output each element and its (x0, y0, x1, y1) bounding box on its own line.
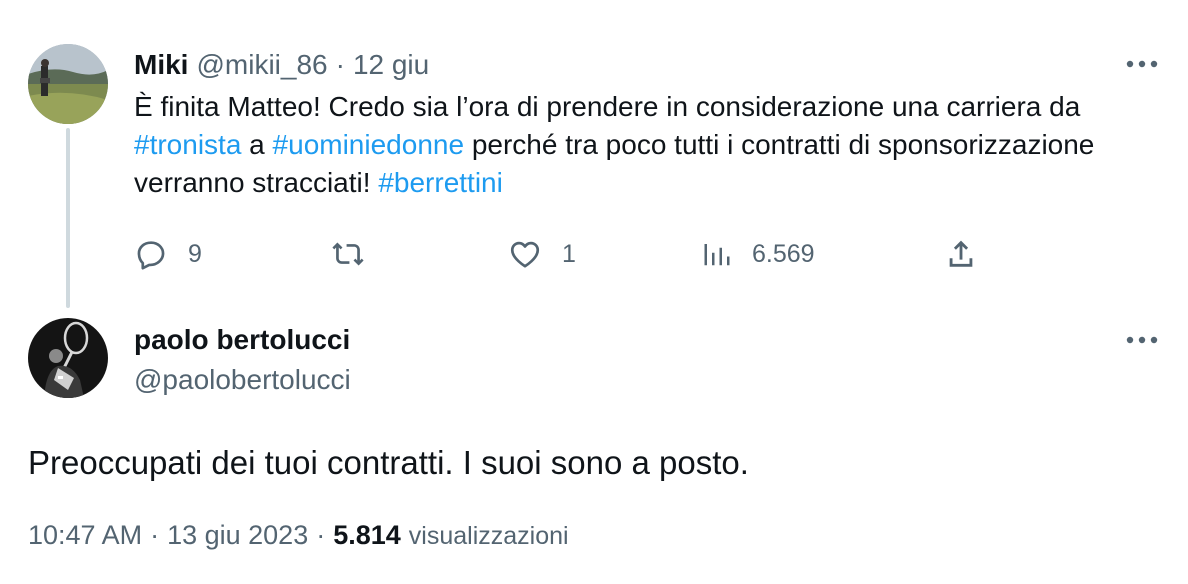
like-button[interactable]: 1 (508, 232, 576, 276)
share-button[interactable] (944, 232, 978, 276)
thread-connector-line (66, 128, 70, 308)
tweet-text: Preoccupati dei tuoi contratti. I suoi s… (28, 444, 749, 481)
separator-dot: · (150, 520, 160, 550)
retweet-button[interactable] (330, 232, 386, 276)
hashtag-link[interactable]: #tronista (134, 129, 241, 160)
reply-bubble-icon (137, 241, 165, 270)
retweet-arrows-icon (332, 242, 364, 266)
heart-outline-icon (510, 241, 540, 268)
like-count: 1 (562, 239, 576, 268)
more-dots-icon (1126, 336, 1158, 344)
view-count: 5.814 (333, 520, 401, 550)
bar-chart-icon (704, 244, 730, 266)
tweet-text: È finita Matteo! Credo sia l’ora di pren… (134, 88, 1134, 202)
tweet-header: Miki @mikii_86 · 12 giu (134, 46, 1134, 84)
tweet-text-segment: È finita Matteo! Credo sia l’ora di pren… (134, 91, 1081, 122)
reply-button[interactable]: 9 (134, 232, 202, 276)
separator-dot: · (316, 520, 326, 550)
views-button[interactable]: 6.569 (702, 232, 815, 276)
more-options-button[interactable] (1122, 328, 1162, 352)
tweet-date[interactable]: 13 giu 2023 (167, 516, 308, 554)
view-count: 6.569 (752, 239, 815, 268)
author-name[interactable]: Miki (134, 46, 188, 84)
avatar-paolo-image (28, 318, 108, 398)
tweet-text-segment: a (241, 129, 273, 160)
tweet-thread: Miki @mikii_86 · 12 giu È finita Matteo!… (0, 0, 1188, 584)
tweet-time[interactable]: 10:47 AM (28, 516, 142, 554)
avatar-miki[interactable] (28, 44, 108, 124)
avatar-miki-image (28, 44, 108, 124)
tweet-date[interactable]: 12 giu (353, 46, 429, 84)
views-label: visualizzazioni (408, 522, 569, 550)
author-name[interactable]: paolo bertolucci (134, 322, 350, 358)
reply-count: 9 (188, 239, 202, 268)
tweet-meta: 10:47 AM · 13 giu 2023 · 5.814 visualizz… (28, 516, 569, 555)
author-handle[interactable]: @mikii_86 (196, 46, 327, 84)
tweet-actions: 9 1 6.569 (134, 232, 984, 276)
author-handle[interactable]: @paolobertolucci (134, 362, 351, 398)
quoted-tweet: Miki @mikii_86 · 12 giu È finita Matteo!… (134, 46, 1134, 202)
hashtag-link[interactable]: #berrettini (378, 167, 503, 198)
avatar-paolo-bertolucci[interactable] (28, 318, 108, 398)
share-upload-icon (949, 240, 973, 267)
separator-dot: · (335, 49, 345, 80)
hashtag-link[interactable]: #uominiedonne (273, 129, 465, 160)
